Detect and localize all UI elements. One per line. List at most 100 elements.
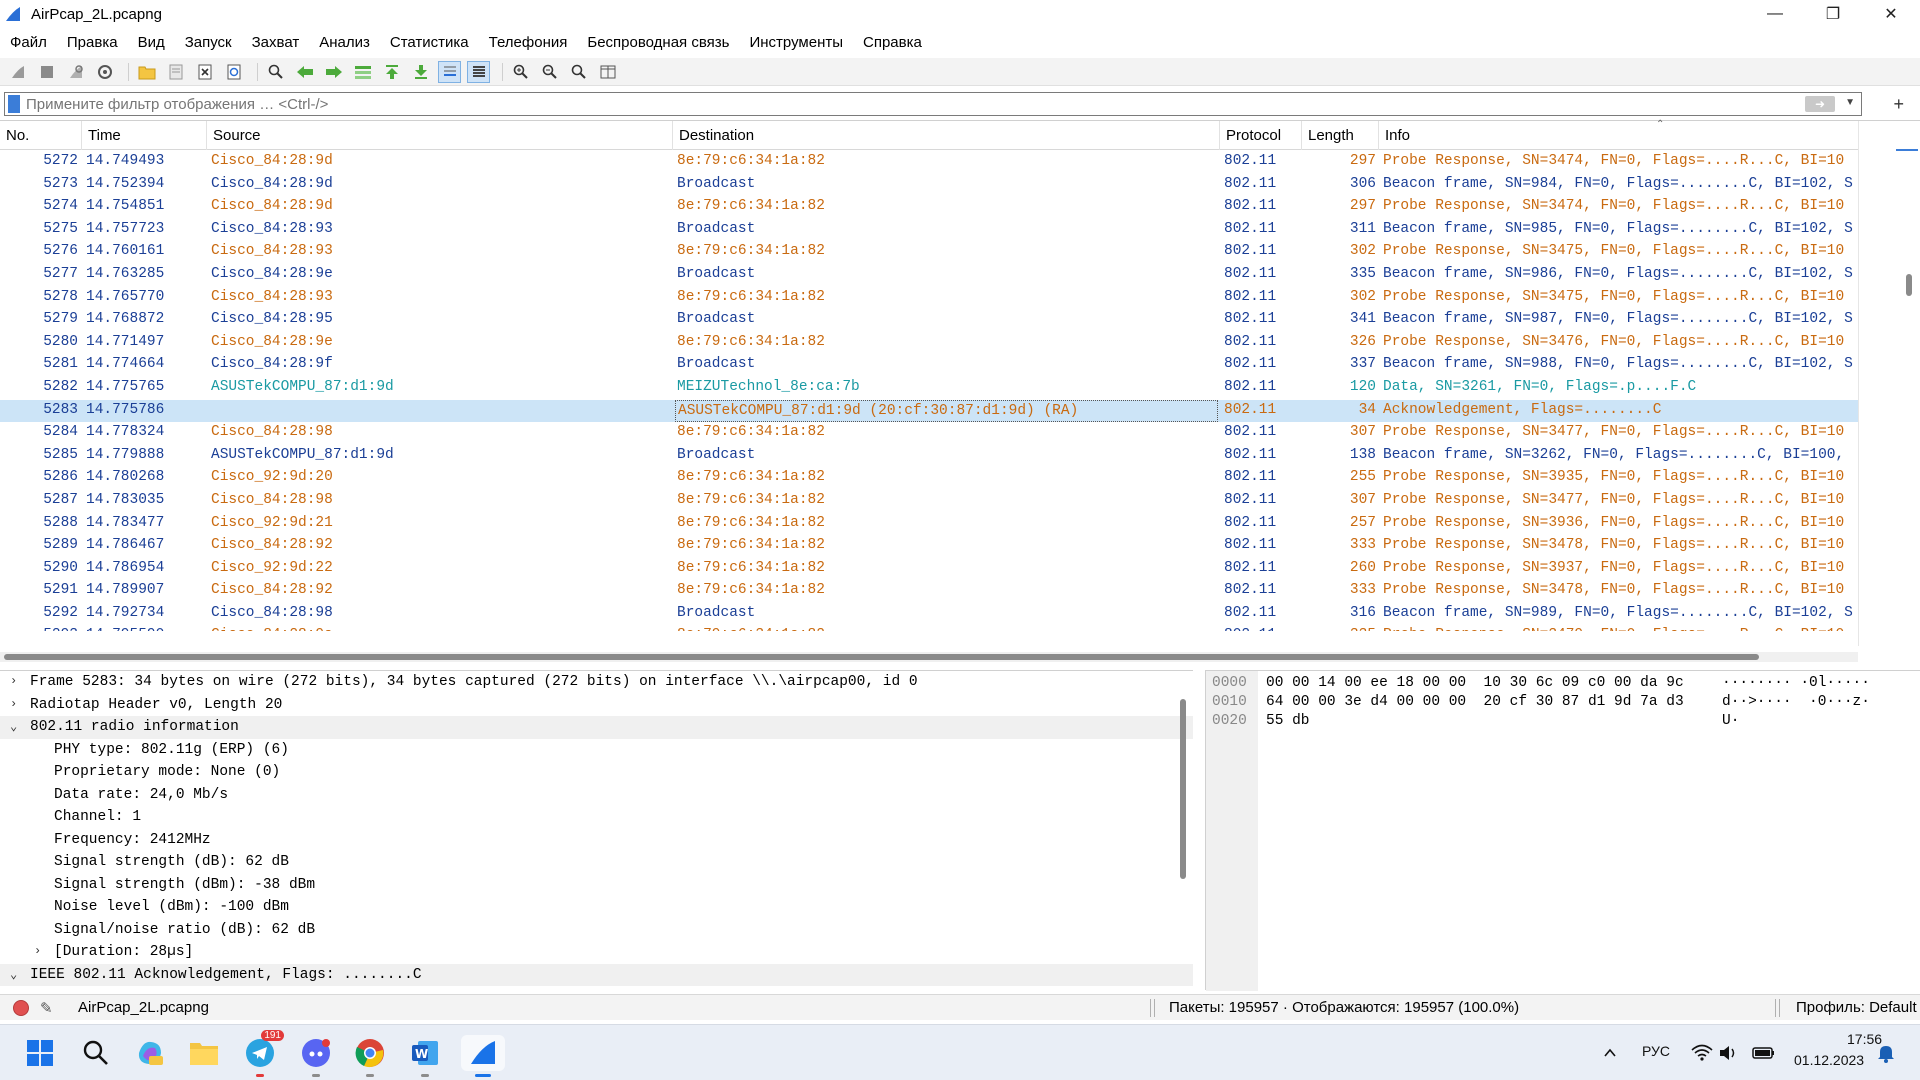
discord-icon[interactable] [298, 1035, 334, 1077]
packet-row[interactable]: 5289 14.786467 Cisco_84:28:92 8e:79:c6:34:1… [0, 535, 1858, 558]
zoom-in-icon[interactable] [509, 61, 532, 83]
details-tree-item[interactable]: ⌄ IEEE 802.11 Acknowledgement, Flags: ...… [0, 963, 1193, 986]
details-tree-item[interactable]: ⌄ 802.11 radio information [0, 716, 1193, 739]
packet-row[interactable]: 5285 14.779888 ASUSTekCOMPU_87:d1:9d Broadc… [0, 445, 1858, 468]
hex-bytes[interactable]: 00 00 14 00 ee 18 00 00 10 30 6c 09 c0 0… [1266, 675, 1684, 691]
go-to-packet-icon[interactable] [351, 61, 374, 83]
details-tree-item[interactable]: PHY type: 802.11g (ERP) (6) [0, 739, 1193, 762]
details-tree-item[interactable]: › [Duration: 28µs] [0, 941, 1193, 964]
details-tree-item[interactable]: Noise level (dBm): -100 dBm [0, 896, 1193, 919]
menu-tools[interactable]: Инструменты [739, 34, 853, 51]
word-icon[interactable]: W [407, 1035, 443, 1077]
menu-wireless[interactable]: Беспроводная связь [577, 34, 739, 51]
horizontal-scroll-thumb[interactable] [4, 654, 1759, 660]
close-file-icon[interactable] [193, 61, 216, 83]
packet-row[interactable]: 5287 14.783035 Cisco_84:28:98 8e:79:c6:34:1… [0, 490, 1858, 513]
autoscroll-icon[interactable] [438, 60, 461, 83]
menu-statistics[interactable]: Статистика [380, 34, 479, 51]
add-filter-button-icon[interactable]: + [1893, 94, 1904, 115]
details-tree-item[interactable]: Signal strength (dBm): -38 dBm [0, 874, 1193, 897]
telegram-icon[interactable]: 191 [242, 1030, 284, 1077]
notifications-bell-icon[interactable] [1868, 1035, 1904, 1071]
packet-row[interactable]: 5279 14.768872 Cisco_84:28:95 Broadcast 802.… [0, 309, 1858, 332]
apply-filter-icon[interactable]: ➜ [1805, 96, 1835, 112]
start-capture-icon[interactable] [6, 61, 29, 83]
column-header-no[interactable]: No. [0, 121, 82, 150]
packet-row[interactable]: 5281 14.774664 Cisco_84:28:9f Broadcast 802.… [0, 354, 1858, 377]
menu-go[interactable]: Запуск [175, 34, 242, 51]
menu-view[interactable]: Вид [128, 34, 175, 51]
packet-row[interactable]: 5277 14.763285 Cisco_84:28:9e Broadcast 802.… [0, 264, 1858, 287]
menu-help[interactable]: Справка [853, 34, 932, 51]
packet-list-horizontal-scrollbar[interactable] [0, 652, 1858, 662]
menu-telephony[interactable]: Телефония [479, 34, 578, 51]
copilot-icon[interactable] [132, 1035, 168, 1071]
bookmark-icon[interactable] [8, 95, 20, 113]
display-filter-input[interactable] [26, 95, 1726, 113]
expand-chevron-icon[interactable]: › [10, 697, 17, 711]
details-tree-item[interactable]: Channel: 1 [0, 806, 1193, 829]
clock-date[interactable]: 01.12.2023 [1794, 1052, 1864, 1068]
packet-row[interactable]: 5293 14.795590 Cisco_84:28:9a 8e:79:c6:34:1… [0, 625, 1858, 631]
details-scroll-thumb[interactable] [1180, 699, 1186, 879]
expand-chevron-icon[interactable]: › [10, 674, 17, 688]
wireshark-taskbar-icon[interactable] [461, 1035, 505, 1077]
details-tree-item[interactable]: Data rate: 24,0 Mb/s [0, 784, 1193, 807]
start-menu-icon[interactable] [22, 1035, 58, 1071]
details-tree-item[interactable]: Frequency: 2412MHz [0, 829, 1193, 852]
packet-row[interactable]: 5278 14.765770 Cisco_84:28:93 8e:79:c6:34:1… [0, 287, 1858, 310]
packet-row[interactable]: 5292 14.792734 Cisco_84:28:98 Broadcast 802.… [0, 603, 1858, 626]
minimize-button[interactable]: — [1746, 0, 1804, 28]
zoom-out-icon[interactable] [538, 61, 561, 83]
hex-ascii[interactable]: d··>···· ·0···z· [1722, 694, 1870, 710]
column-header-destination[interactable]: Destination [673, 121, 1220, 150]
reload-file-icon[interactable] [222, 61, 245, 83]
menu-capture[interactable]: Захват [242, 34, 310, 51]
packet-row[interactable]: 5276 14.760161 Cisco_84:28:93 8e:79:c6:34:1… [0, 241, 1858, 264]
details-tree-item[interactable]: › Radiotap Header v0, Length 20 [0, 694, 1193, 717]
chrome-icon[interactable] [352, 1035, 388, 1077]
menu-edit[interactable]: Правка [57, 34, 128, 51]
restart-capture-icon[interactable] [64, 61, 87, 83]
packet-row[interactable]: 5275 14.757723 Cisco_84:28:93 Broadcast 802.… [0, 219, 1858, 242]
file-explorer-icon[interactable] [186, 1035, 222, 1071]
expand-chevron-icon[interactable]: › [34, 944, 41, 958]
menu-analyze[interactable]: Анализ [309, 34, 380, 51]
hex-bytes[interactable]: 64 00 00 3e d4 00 00 00 20 cf 30 87 d1 9… [1266, 694, 1684, 710]
status-profile[interactable]: Профиль: Default [1796, 999, 1917, 1016]
packet-row[interactable]: 5290 14.786954 Cisco_92:9d:22 8e:79:c6:34:1… [0, 558, 1858, 581]
search-icon[interactable] [78, 1035, 114, 1071]
hex-ascii[interactable]: U· [1722, 713, 1739, 729]
column-header-length[interactable]: Length [1302, 121, 1379, 150]
packet-row[interactable]: 5284 14.778324 Cisco_84:28:98 8e:79:c6:34:1… [0, 422, 1858, 445]
go-first-icon[interactable] [380, 61, 403, 83]
restore-button[interactable]: ❐ [1804, 0, 1862, 28]
packet-row[interactable]: 5283 14.775786 ASUSTekCOMPU_87:d1:9d (20:c… [0, 399, 1858, 423]
filter-history-dropdown-icon[interactable]: ▼ [1845, 97, 1855, 108]
menu-file[interactable]: Файл [0, 34, 57, 51]
packet-list-scroll-thumb[interactable] [1906, 274, 1912, 296]
column-header-info[interactable]: Info [1379, 121, 1858, 150]
packet-row[interactable]: 5286 14.780268 Cisco_92:9d:20 8e:79:c6:34:1… [0, 467, 1858, 490]
show-hidden-icons-chevron-icon[interactable] [1592, 1035, 1628, 1071]
column-header-source[interactable]: Source [207, 121, 673, 150]
packet-row[interactable]: 5280 14.771497 Cisco_84:28:9e 8e:79:c6:34:1… [0, 332, 1858, 355]
column-header-protocol[interactable]: Protocol [1220, 121, 1302, 150]
packet-row[interactable]: 5291 14.789907 Cisco_84:28:92 8e:79:c6:34:1… [0, 580, 1858, 603]
battery-icon[interactable] [1746, 1035, 1782, 1071]
open-file-icon[interactable] [135, 61, 158, 83]
volume-icon[interactable] [1710, 1035, 1746, 1071]
packet-row[interactable]: 5288 14.783477 Cisco_92:9d:21 8e:79:c6:34:1… [0, 513, 1858, 536]
find-packet-icon[interactable] [264, 61, 287, 83]
close-button[interactable]: ✕ [1862, 0, 1920, 28]
colorize-icon[interactable] [467, 60, 490, 83]
go-back-icon[interactable] [293, 61, 316, 83]
packet-row[interactable]: 5272 14.749493 Cisco_84:28:9d 8e:79:c6:34:1… [0, 151, 1858, 174]
input-language[interactable]: РУС [1642, 1043, 1670, 1059]
go-last-icon[interactable] [409, 61, 432, 83]
hex-ascii[interactable]: ········ ·0l····· [1722, 675, 1870, 691]
expert-info-icon[interactable] [13, 1000, 29, 1016]
details-tree-item[interactable]: › Frame 5283: 34 bytes on wire (272 bits)… [0, 671, 1193, 694]
details-tree-item[interactable]: Signal/noise ratio (dB): 62 dB [0, 919, 1193, 942]
collapse-chevron-icon[interactable]: ⌄ [10, 719, 17, 734]
